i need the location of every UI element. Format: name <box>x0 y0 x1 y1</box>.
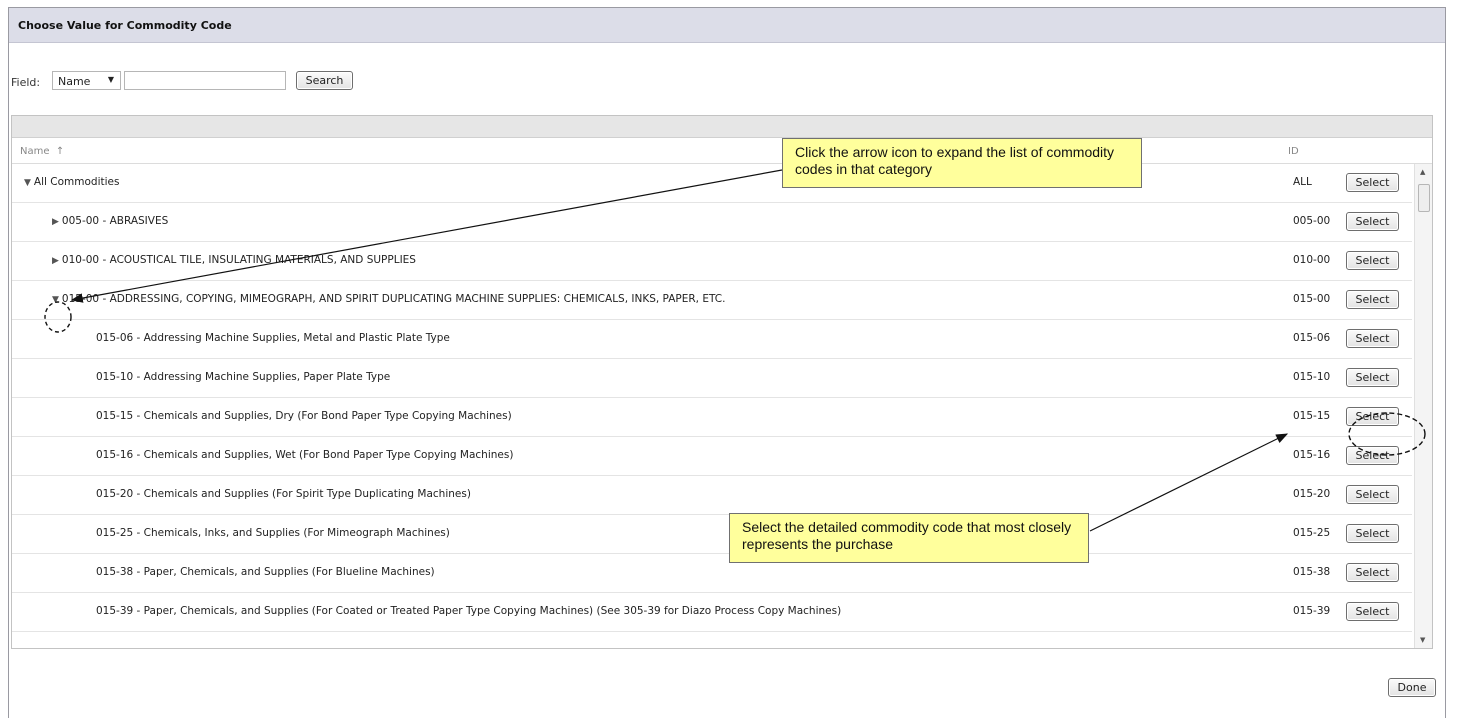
commodity-id: 015-39 <box>1293 605 1331 617</box>
commodity-id: 015-38 <box>1293 566 1331 578</box>
commodity-name-text: 010-00 - ACOUSTICAL TILE, INSULATING MAT… <box>61 254 416 266</box>
commodity-name-text: 015-25 - Chemicals, Inks, and Supplies (… <box>96 527 450 539</box>
select-button[interactable]: Select <box>1346 524 1399 543</box>
scroll-thumb[interactable] <box>1418 184 1430 212</box>
collapse-arrow-icon[interactable]: ▼ <box>24 178 31 188</box>
callout-select-code: Select the detailed commodity code that … <box>729 513 1089 563</box>
dialog-title-bar: Choose Value for Commodity Code <box>9 8 1445 43</box>
dialog-title: Choose Value for Commodity Code <box>18 19 232 32</box>
collapse-arrow-icon[interactable]: ▼ <box>52 295 59 305</box>
sort-asc-icon: ↑ <box>55 146 65 157</box>
commodity-id: ALL <box>1293 176 1312 188</box>
name-column-header[interactable]: Name ↑ <box>20 146 64 157</box>
vertical-scrollbar[interactable]: ▲ ▼ <box>1414 164 1432 648</box>
commodity-name: 015-25 - Chemicals, Inks, and Supplies (… <box>96 527 450 539</box>
field-label: Field: <box>11 76 41 89</box>
select-button[interactable]: Select <box>1346 407 1399 426</box>
search-button[interactable]: Search <box>296 71 353 90</box>
table-row[interactable]: 015-10 - Addressing Machine Supplies, Pa… <box>12 359 1412 398</box>
commodity-name: ▼ All Commodities <box>24 176 119 188</box>
table-row[interactable]: 015-06 - Addressing Machine Supplies, Me… <box>12 320 1412 359</box>
scroll-down-icon[interactable]: ▼ <box>1420 636 1425 644</box>
commodity-name-text: 015-10 - Addressing Machine Supplies, Pa… <box>96 371 391 383</box>
table-row[interactable]: 015-16 - Chemicals and Supplies, Wet (Fo… <box>12 437 1412 476</box>
select-button[interactable]: Select <box>1346 563 1399 582</box>
table-row[interactable]: 015-38 - Paper, Chemicals, and Supplies … <box>12 554 1412 593</box>
commodity-name-text: 015-39 - Paper, Chemicals, and Supplies … <box>96 605 842 617</box>
commodity-id: 015-20 <box>1293 488 1331 500</box>
name-column-label: Name <box>20 146 50 157</box>
commodity-name-text: 005-00 - ABRASIVES <box>61 215 169 227</box>
commodity-name: ▼ 015-00 - ADDRESSING, COPYING, MIMEOGRAP… <box>52 293 725 305</box>
expand-arrow-icon[interactable]: ▶ <box>52 217 59 227</box>
callout-expand-arrow: Click the arrow icon to expand the list … <box>782 138 1142 188</box>
commodity-id: 015-06 <box>1293 332 1331 344</box>
select-button[interactable]: Select <box>1346 290 1399 309</box>
commodity-name-text: 015-20 - Chemicals and Supplies (For Spi… <box>96 488 471 500</box>
commodity-id: 015-00 <box>1293 293 1331 305</box>
commodity-name: 015-06 - Addressing Machine Supplies, Me… <box>96 332 450 344</box>
table-row[interactable]: 015-15 - Chemicals and Supplies, Dry (Fo… <box>12 398 1412 437</box>
table-row[interactable]: ▼ All Commodities ALL Select <box>12 164 1412 203</box>
commodity-name: 015-38 - Paper, Chemicals, and Supplies … <box>96 566 435 578</box>
select-button[interactable]: Select <box>1346 251 1399 270</box>
grid-rows: ▼ All Commodities ALL Select ▶ 005-00 - ABRAS… <box>12 164 1412 632</box>
table-row[interactable]: ▶ 010-00 - ACOUSTICAL TILE, INSULATING MA… <box>12 242 1412 281</box>
commodity-name: ▶ 010-00 - ACOUSTICAL TILE, INSULATING MA… <box>52 254 416 266</box>
commodity-id: 005-00 <box>1293 215 1331 227</box>
commodity-name: ▶ 005-00 - ABRASIVES <box>52 215 168 227</box>
select-button[interactable]: Select <box>1346 602 1399 621</box>
commodity-name: 015-39 - Paper, Chemicals, and Supplies … <box>96 605 841 617</box>
expand-arrow-icon[interactable]: ▶ <box>52 256 59 266</box>
commodity-name-text: 015-38 - Paper, Chemicals, and Supplies … <box>96 566 435 578</box>
field-select-value: Name <box>58 75 91 88</box>
commodity-name: 015-15 - Chemicals and Supplies, Dry (Fo… <box>96 410 512 422</box>
chevron-down-icon: ▼ <box>107 75 114 84</box>
commodity-name-text: 015-00 - ADDRESSING, COPYING, MIMEOGRAPH… <box>61 293 726 305</box>
table-row[interactable]: ▼ 015-00 - ADDRESSING, COPYING, MIMEOGRAP… <box>12 281 1412 320</box>
grid-header: Name ↑ ID <box>12 138 1432 164</box>
search-input[interactable] <box>124 71 286 90</box>
done-button[interactable]: Done <box>1388 678 1436 697</box>
commodity-grid: Name ↑ ID ▼ All Commodities ALL Select ▶ 005-… <box>11 115 1433 649</box>
grid-toolbar <box>12 116 1432 138</box>
select-button[interactable]: Select <box>1346 329 1399 348</box>
select-button[interactable]: Select <box>1346 212 1399 231</box>
commodity-name-text: 015-16 - Chemicals and Supplies, Wet (Fo… <box>96 449 514 461</box>
id-column-header[interactable]: ID <box>1288 146 1299 157</box>
table-row[interactable]: ▶ 005-00 - ABRASIVES 005-00 Select <box>12 203 1412 242</box>
commodity-id: 010-00 <box>1293 254 1331 266</box>
select-button[interactable]: Select <box>1346 446 1399 465</box>
select-button[interactable]: Select <box>1346 173 1399 192</box>
commodity-id: 015-16 <box>1293 449 1331 461</box>
commodity-id: 015-25 <box>1293 527 1331 539</box>
scroll-up-icon[interactable]: ▲ <box>1420 168 1425 176</box>
select-button[interactable]: Select <box>1346 368 1399 387</box>
table-row[interactable]: 015-39 - Paper, Chemicals, and Supplies … <box>12 593 1412 632</box>
field-select[interactable]: Name ▼ <box>52 71 121 90</box>
commodity-name-text: All Commodities <box>33 176 120 188</box>
commodity-name: 015-16 - Chemicals and Supplies, Wet (Fo… <box>96 449 513 461</box>
commodity-id: 015-15 <box>1293 410 1331 422</box>
commodity-id: 015-10 <box>1293 371 1331 383</box>
table-row[interactable]: 015-25 - Chemicals, Inks, and Supplies (… <box>12 515 1412 554</box>
commodity-name: 015-10 - Addressing Machine Supplies, Pa… <box>96 371 390 383</box>
commodity-name-text: 015-15 - Chemicals and Supplies, Dry (Fo… <box>96 410 512 422</box>
table-row[interactable]: 015-20 - Chemicals and Supplies (For Spi… <box>12 476 1412 515</box>
select-button[interactable]: Select <box>1346 485 1399 504</box>
commodity-name-text: 015-06 - Addressing Machine Supplies, Me… <box>96 332 450 344</box>
commodity-name: 015-20 - Chemicals and Supplies (For Spi… <box>96 488 471 500</box>
